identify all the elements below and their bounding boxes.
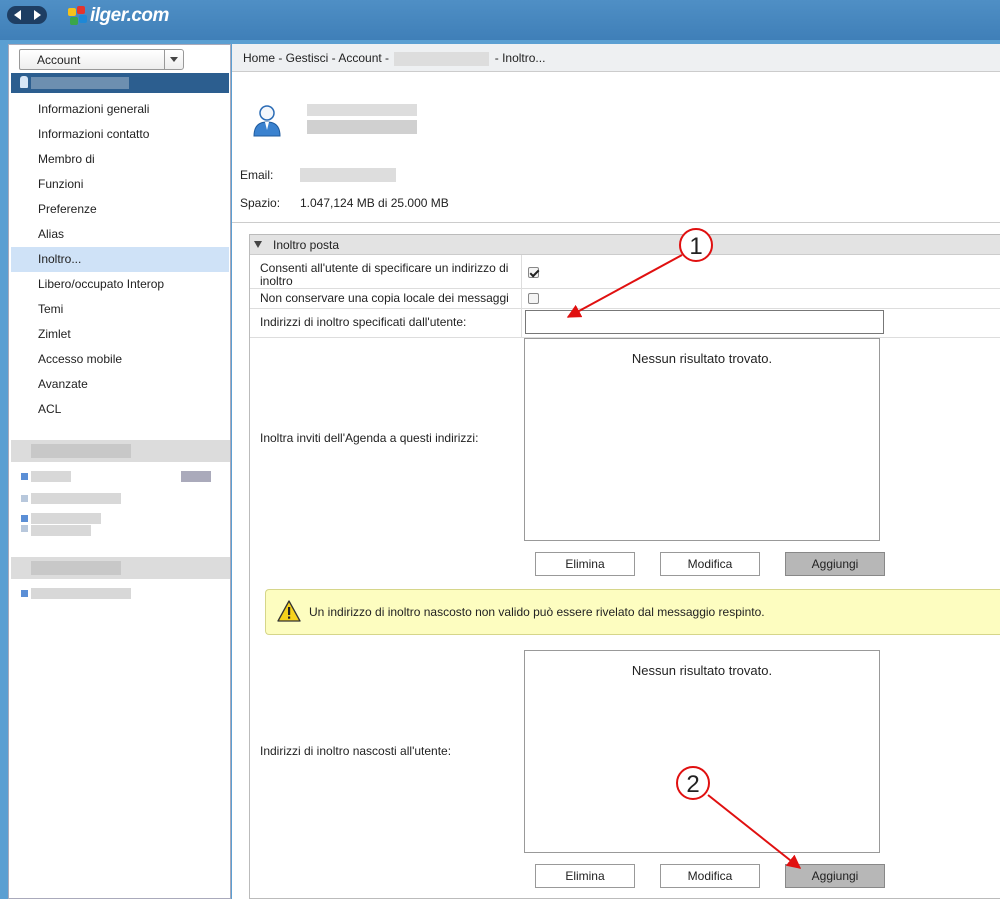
sidebar-item-accesso-mobile[interactable]: Accesso mobile: [11, 347, 229, 372]
puzzle-logo-icon: [68, 6, 88, 26]
logo-text: ilger.com: [90, 5, 169, 26]
content-pane: Home - Gestisci - Account - - Inoltro...…: [232, 44, 1000, 899]
redacted-display-name: [307, 104, 417, 134]
sidebar-menu: Informazioni generali Informazioni contat…: [11, 97, 229, 422]
calendar-forward-list[interactable]: Nessun risultato trovato.: [524, 338, 880, 541]
calendar-empty-text: Nessun risultato trovato.: [631, 351, 773, 366]
space-row: Spazio: 1.047,124 MB di 25.000 MB: [240, 196, 449, 210]
breadcrumb-current: - Inoltro...: [494, 51, 546, 65]
logo: ilger.com: [68, 5, 169, 27]
hidden-add-button[interactable]: Aggiungi: [785, 864, 885, 888]
back-arrow-icon[interactable]: [13, 10, 21, 20]
warning-text: Un indirizzo di inoltro nascosto non val…: [309, 605, 765, 619]
no-local-copy-checkbox[interactable]: [528, 293, 539, 304]
sidebar-item-zimlet[interactable]: Zimlet: [11, 322, 229, 347]
allow-forward-label: Consenti all'utente di specificare un in…: [260, 261, 509, 288]
sidebar-item-preferenze[interactable]: Preferenze: [11, 197, 229, 222]
allow-forward-checkbox[interactable]: [528, 267, 539, 278]
hidden-edit-button[interactable]: Modifica: [660, 864, 760, 888]
sidebar-item-inoltro[interactable]: Inoltro...: [11, 247, 229, 272]
breadcrumb: Home - Gestisci - Account - - Inoltro...: [232, 44, 1000, 72]
redacted-section-header: [11, 440, 230, 462]
sidebar-item-alias[interactable]: Alias: [11, 222, 229, 247]
space-value: 1.047,124 MB di 25.000 MB: [300, 196, 449, 210]
breadcrumb-path[interactable]: Home - Gestisci - Account -: [243, 51, 389, 65]
user-icon: [20, 76, 28, 88]
user-forward-input[interactable]: [525, 310, 884, 334]
selected-user-bar[interactable]: [11, 73, 229, 93]
sidebar-item-avanzate[interactable]: Avanzate: [11, 372, 229, 397]
hidden-empty-text: Nessun risultato trovato.: [631, 663, 773, 678]
hidden-forward-label: Indirizzi di inoltro nascosti all'utente…: [260, 744, 452, 758]
sidebar-item-membro-di[interactable]: Membro di: [11, 147, 229, 172]
space-label: Spazio:: [240, 196, 281, 210]
chevron-down-icon[interactable]: [164, 50, 183, 69]
warning-icon: [277, 600, 301, 622]
sidebar-item-libero-occupato-interop[interactable]: Libero/occupato Interop: [11, 272, 229, 297]
redacted-section-header-2: [11, 557, 230, 579]
forwarding-section: Inoltro posta Consenti all'utente di spe…: [249, 234, 1000, 899]
sidebar-item-temi[interactable]: Temi: [11, 297, 229, 322]
sidebar-item-informazioni-generali[interactable]: Informazioni generali: [11, 97, 229, 122]
account-select[interactable]: Account: [19, 49, 184, 70]
redacted-account-name: [394, 51, 490, 66]
account-select-label: Account: [37, 53, 81, 67]
calendar-add-button[interactable]: Aggiungi: [785, 552, 885, 576]
section-header[interactable]: Inoltro posta: [250, 235, 1000, 255]
sidebar-item-funzioni[interactable]: Funzioni: [11, 172, 229, 197]
calendar-forward-label: Inoltra inviti dell'Agenda a questi indi…: [260, 431, 479, 445]
history-nav[interactable]: [7, 6, 47, 24]
top-bar: ilger.com: [0, 0, 1000, 40]
left-panel: Account Informazioni generali Informazion…: [8, 44, 231, 899]
redacted-email: [300, 168, 396, 182]
forward-arrow-icon[interactable]: [33, 10, 41, 20]
hidden-forward-list[interactable]: Nessun risultato trovato.: [524, 650, 880, 853]
hidden-delete-button[interactable]: Elimina: [535, 864, 635, 888]
sidebar-item-informazioni-contatto[interactable]: Informazioni contatto: [11, 122, 229, 147]
calendar-edit-button[interactable]: Modifica: [660, 552, 760, 576]
user-avatar-icon: [253, 105, 281, 137]
email-row: Email:: [240, 168, 396, 182]
email-label: Email:: [240, 168, 274, 182]
calendar-delete-button[interactable]: Elimina: [535, 552, 635, 576]
collapse-triangle-icon[interactable]: [254, 241, 262, 248]
divider: [232, 222, 1000, 223]
redacted-username: [31, 77, 129, 89]
warning-banner: Un indirizzo di inoltro nascosto non val…: [265, 589, 1000, 635]
section-title: Inoltro posta: [273, 238, 340, 252]
row-divider: [250, 288, 1000, 289]
no-local-copy-label: Non conservare una copia locale dei mess…: [260, 291, 509, 305]
row-divider: [250, 308, 1000, 309]
user-forward-label: Indirizzi di inoltro specificati dall'ut…: [260, 315, 467, 329]
sidebar-item-acl[interactable]: ACL: [11, 397, 229, 422]
